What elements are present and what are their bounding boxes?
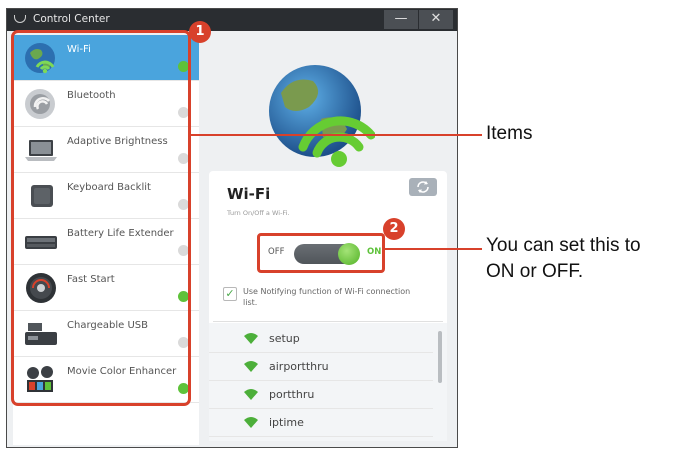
close-button[interactable]: ✕ <box>419 10 453 29</box>
wifi-globe-icon <box>269 65 375 167</box>
toggle-on-label: ON <box>367 247 382 257</box>
network-list-scrollbar[interactable] <box>438 331 442 383</box>
panel-subtitle: Turn On/Off a Wi-Fi. <box>227 209 290 217</box>
badge-2: 2 <box>383 218 405 240</box>
wifi-signal-icon <box>244 361 258 372</box>
wifi-toggle-switch[interactable] <box>294 243 360 265</box>
toggle-off-label: OFF <box>268 247 285 257</box>
wifi-signal-icon <box>244 417 258 428</box>
title-bar: Control Center — ✕ <box>7 9 457 31</box>
notify-checkbox-label: Use Notifying function of Wi-Fi connecti… <box>243 287 411 307</box>
network-name: portthru <box>269 388 315 401</box>
switch-callout-text: You can set this to ON or OFF. <box>486 233 641 285</box>
items-callout-line <box>190 134 482 136</box>
network-name: iptime <box>269 416 304 429</box>
network-name: setup <box>269 332 300 345</box>
items-callout-text: Items <box>486 123 533 144</box>
network-row[interactable]: setup <box>209 325 433 353</box>
network-row[interactable]: airportthru <box>209 353 433 381</box>
network-name: airportthru <box>269 360 329 373</box>
network-row[interactable]: portthru <box>209 381 433 409</box>
wifi-signal-icon <box>244 333 258 344</box>
toggle-knob[interactable] <box>338 243 360 265</box>
refresh-button[interactable] <box>409 178 437 196</box>
app-icon <box>14 15 26 23</box>
switch-callout-line1: You can set this to <box>486 235 641 256</box>
network-list: setup airportthru portthru iptime <box>209 323 447 441</box>
wifi-panel: Wi-Fi Turn On/Off a Wi-Fi. OFF ON ✓ Use … <box>209 171 447 441</box>
wifi-signal-icon <box>244 389 258 400</box>
network-row[interactable]: iptime <box>209 409 433 437</box>
divider <box>213 321 443 322</box>
badge-1: 1 <box>189 21 211 43</box>
notify-checkbox[interactable]: ✓ <box>223 287 237 301</box>
wifi-toggle-area: OFF ON <box>257 233 385 273</box>
refresh-icon <box>417 181 429 193</box>
panel-title: Wi-Fi <box>227 185 271 203</box>
items-highlight-box <box>11 30 191 406</box>
switch-callout-line <box>384 248 482 250</box>
minimize-button[interactable]: — <box>384 10 418 29</box>
switch-callout-line2: ON or OFF. <box>486 261 584 282</box>
window-title: Control Center <box>33 13 110 25</box>
